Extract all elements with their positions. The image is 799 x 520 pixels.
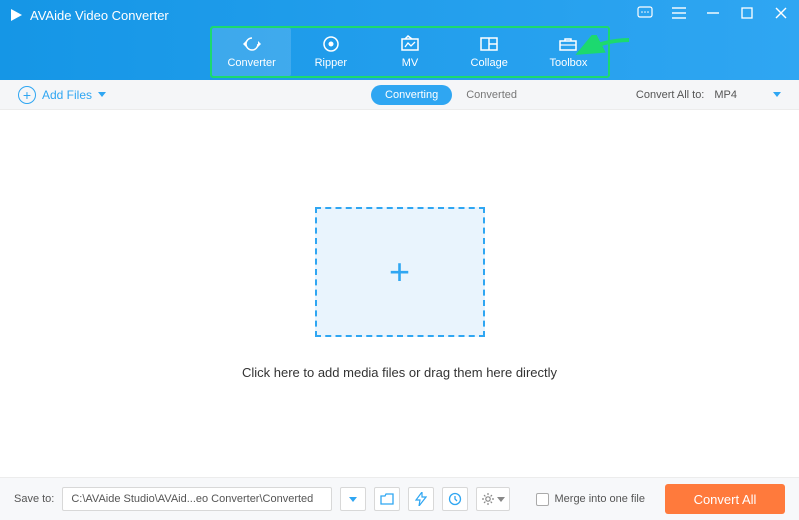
chevron-down-icon bbox=[497, 497, 505, 502]
feedback-icon[interactable] bbox=[637, 5, 653, 21]
format-value: MP4 bbox=[714, 89, 737, 101]
chevron-down-icon bbox=[349, 497, 357, 502]
path-dropdown-button[interactable] bbox=[340, 487, 366, 511]
merge-label: Merge into one file bbox=[555, 493, 646, 505]
tab-label: MV bbox=[402, 57, 419, 69]
app-title-text: AVAide Video Converter bbox=[30, 8, 169, 23]
tab-label: Collage bbox=[471, 57, 508, 69]
plus-icon: + bbox=[389, 251, 410, 293]
main-content: + Click here to add media files or drag … bbox=[0, 110, 799, 477]
seg-converting[interactable]: Converting bbox=[371, 85, 452, 105]
save-path-value: C:\AVAide Studio\AVAid...eo Converter\Co… bbox=[71, 493, 313, 505]
bolt-icon bbox=[415, 492, 427, 506]
tab-ripper[interactable]: Ripper bbox=[291, 28, 370, 76]
convert-all-to-label: Convert All to: bbox=[636, 89, 704, 101]
tab-converter[interactable]: Converter bbox=[212, 28, 291, 76]
toolbox-icon bbox=[557, 35, 579, 53]
chevron-down-icon bbox=[98, 92, 106, 97]
settings-button[interactable] bbox=[476, 487, 510, 511]
chevron-down-icon bbox=[773, 92, 781, 97]
speed-icon bbox=[448, 492, 462, 506]
app-logo-icon bbox=[8, 7, 24, 23]
tab-label: Converter bbox=[227, 57, 275, 69]
main-tabs: Converter Ripper MV Collage Toolbox bbox=[210, 26, 610, 78]
seg-converted[interactable]: Converted bbox=[452, 85, 531, 105]
ripper-icon bbox=[320, 35, 342, 53]
dropzone-hint: Click here to add media files or drag th… bbox=[242, 365, 557, 380]
open-folder-button[interactable] bbox=[374, 487, 400, 511]
tab-collage[interactable]: Collage bbox=[450, 28, 529, 76]
add-files-label: Add Files bbox=[42, 88, 92, 102]
folder-icon bbox=[380, 493, 394, 505]
save-to-label: Save to: bbox=[14, 493, 54, 505]
tab-label: Toolbox bbox=[549, 57, 587, 69]
plus-circle-icon: + bbox=[18, 86, 36, 104]
merge-checkbox[interactable]: Merge into one file bbox=[536, 493, 646, 506]
add-files-button[interactable]: + Add Files bbox=[18, 86, 106, 104]
add-media-dropzone[interactable]: + bbox=[315, 207, 485, 337]
menu-icon[interactable] bbox=[671, 5, 687, 21]
checkbox-icon bbox=[536, 493, 549, 506]
status-segmented: Converting Converted bbox=[371, 85, 531, 105]
tab-mv[interactable]: MV bbox=[370, 28, 449, 76]
gear-icon bbox=[481, 492, 495, 506]
converter-icon bbox=[241, 35, 263, 53]
footer: Save to: C:\AVAide Studio\AVAid...eo Con… bbox=[0, 477, 799, 520]
gpu-accel-button[interactable] bbox=[408, 487, 434, 511]
minimize-icon[interactable] bbox=[705, 5, 721, 21]
tab-toolbox[interactable]: Toolbox bbox=[529, 28, 608, 76]
convert-all-button[interactable]: Convert All bbox=[665, 484, 785, 514]
subheader: + Add Files Converting Converted Convert… bbox=[0, 80, 799, 110]
tab-label: Ripper bbox=[315, 57, 347, 69]
high-speed-button[interactable] bbox=[442, 487, 468, 511]
output-format-select[interactable]: MP4 bbox=[714, 89, 781, 101]
collage-icon bbox=[478, 35, 500, 53]
close-icon[interactable] bbox=[773, 5, 789, 21]
app-header: AVAide Video Converter Converter bbox=[0, 0, 799, 80]
window-controls bbox=[637, 5, 789, 21]
save-path-field[interactable]: C:\AVAide Studio\AVAid...eo Converter\Co… bbox=[62, 487, 332, 511]
mv-icon bbox=[399, 35, 421, 53]
convert-all-to: Convert All to: MP4 bbox=[636, 89, 781, 101]
maximize-icon[interactable] bbox=[739, 5, 755, 21]
app-title: AVAide Video Converter bbox=[8, 7, 169, 23]
